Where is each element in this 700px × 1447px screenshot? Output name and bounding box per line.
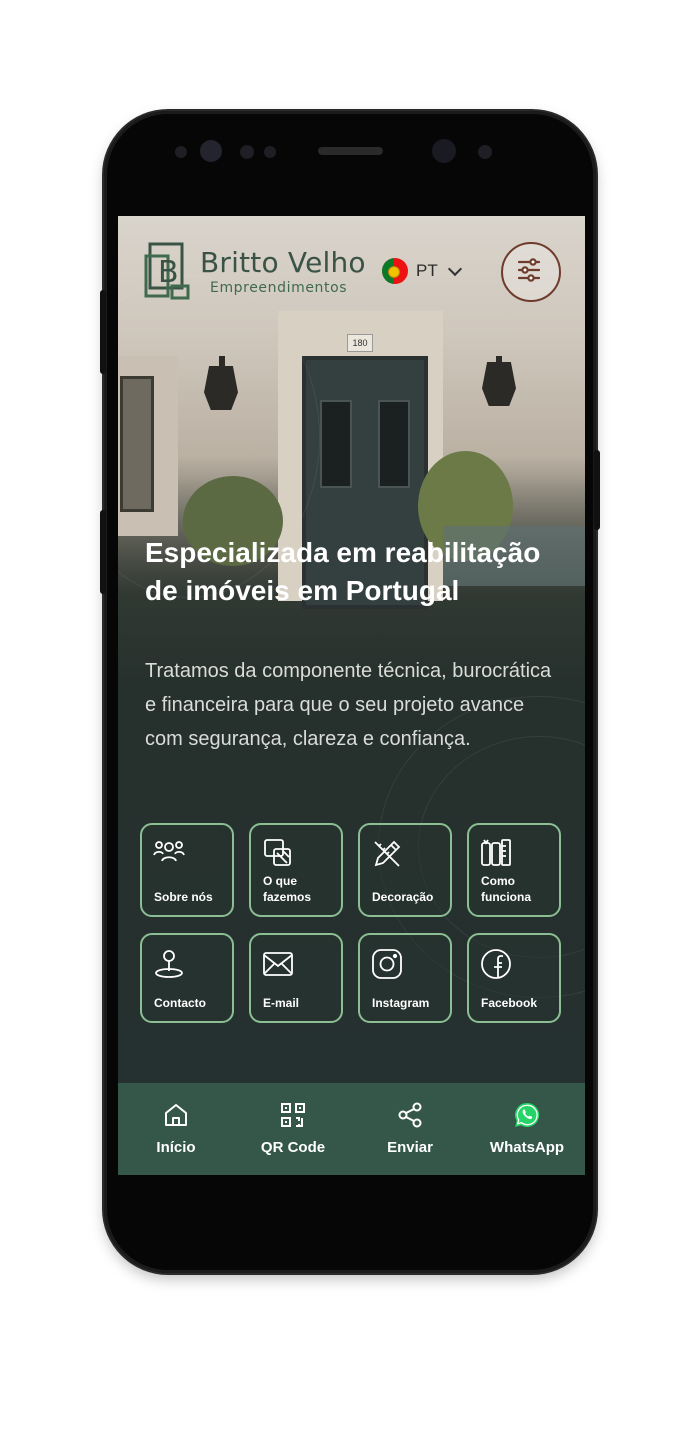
language-selector[interactable]: PT (382, 258, 462, 284)
tile-como-funciona[interactable]: Como funciona (467, 823, 561, 917)
brand-tagline: Empreendimentos (210, 280, 348, 296)
process-icon (481, 839, 511, 866)
tile-contacto[interactable]: Contacto (140, 933, 234, 1023)
nav-label: QR Code (260, 1139, 326, 1156)
tile-label: E-mail (263, 996, 300, 1010)
phone-camera-front (200, 140, 222, 162)
nav-label: Início (156, 1139, 196, 1156)
door-panel (320, 400, 352, 488)
tile-label: Contacto (154, 996, 206, 1010)
brand-name: Britto Velho (200, 246, 366, 279)
tile-email[interactable]: E-mail (249, 933, 343, 1023)
phone-sensor (240, 145, 254, 159)
nav-qr-code[interactable]: QR Code (235, 1083, 351, 1175)
tile-o-que-fazemos[interactable]: O que fazemos (249, 823, 343, 917)
mail-icon (263, 952, 293, 976)
qr-code-icon (281, 1103, 305, 1127)
facebook-icon (481, 949, 511, 979)
location-pin-icon (155, 950, 183, 978)
menu-button[interactable] (501, 242, 561, 302)
phone-side-button-right (594, 450, 600, 530)
hero-subtitle: Tratamos da componente técnica, burocrát… (145, 660, 552, 750)
hero-title: Especializada em reabilitação de imóveis… (145, 537, 541, 606)
tile-label: Instagram (372, 996, 430, 1010)
people-icon (153, 841, 185, 862)
phone-side-button-left-1 (100, 290, 106, 374)
nav-label: WhatsApp (489, 1139, 565, 1156)
app-screen: 180 B Britto Velho Empreendimentos PT Es… (118, 216, 585, 1175)
tile-facebook[interactable]: Facebook (467, 933, 561, 1023)
home-icon (165, 1104, 187, 1126)
house-number-plate: 180 (347, 334, 373, 352)
tile-sobre-nos[interactable]: Sobre nós (140, 823, 234, 917)
portugal-flag-icon (382, 258, 408, 284)
phone-speaker (318, 147, 383, 155)
tile-label: Facebook (481, 996, 538, 1010)
sliders-icon (517, 258, 541, 282)
whatsapp-icon (514, 1102, 540, 1127)
tile-label: O que fazemos (263, 874, 312, 904)
pencil-ruler-icon (374, 840, 401, 867)
nav-inicio[interactable]: Início (118, 1083, 234, 1175)
phone-camera-iris (432, 139, 456, 163)
phone-sensor (264, 146, 276, 158)
wall-lamp-right (482, 362, 516, 406)
phone-sensor (478, 145, 492, 159)
chevron-down-icon (447, 261, 462, 277)
phone-sensor (175, 146, 187, 158)
nav-label: Enviar (387, 1139, 433, 1156)
language-code: PT (416, 261, 438, 280)
instagram-icon (372, 949, 402, 979)
bottom-navigation: Início QR Code Enviar WhatsApp (118, 1083, 585, 1175)
services-icon (264, 839, 291, 866)
phone-side-button-left-2 (100, 510, 106, 594)
share-icon (398, 1102, 422, 1128)
nav-whatsapp[interactable]: WhatsApp (469, 1083, 585, 1175)
door-panel (378, 400, 410, 488)
app-header: B Britto Velho Empreendimentos PT (118, 216, 585, 326)
tile-label: Como funciona (481, 874, 531, 904)
brand-logo-icon: B (144, 242, 190, 300)
tile-label: Decoração (372, 890, 434, 904)
tile-label: Sobre nós (154, 890, 213, 904)
nav-enviar[interactable]: Enviar (352, 1083, 468, 1175)
tile-decoracao[interactable]: Decoração (358, 823, 452, 917)
tile-instagram[interactable]: Instagram (358, 933, 452, 1023)
